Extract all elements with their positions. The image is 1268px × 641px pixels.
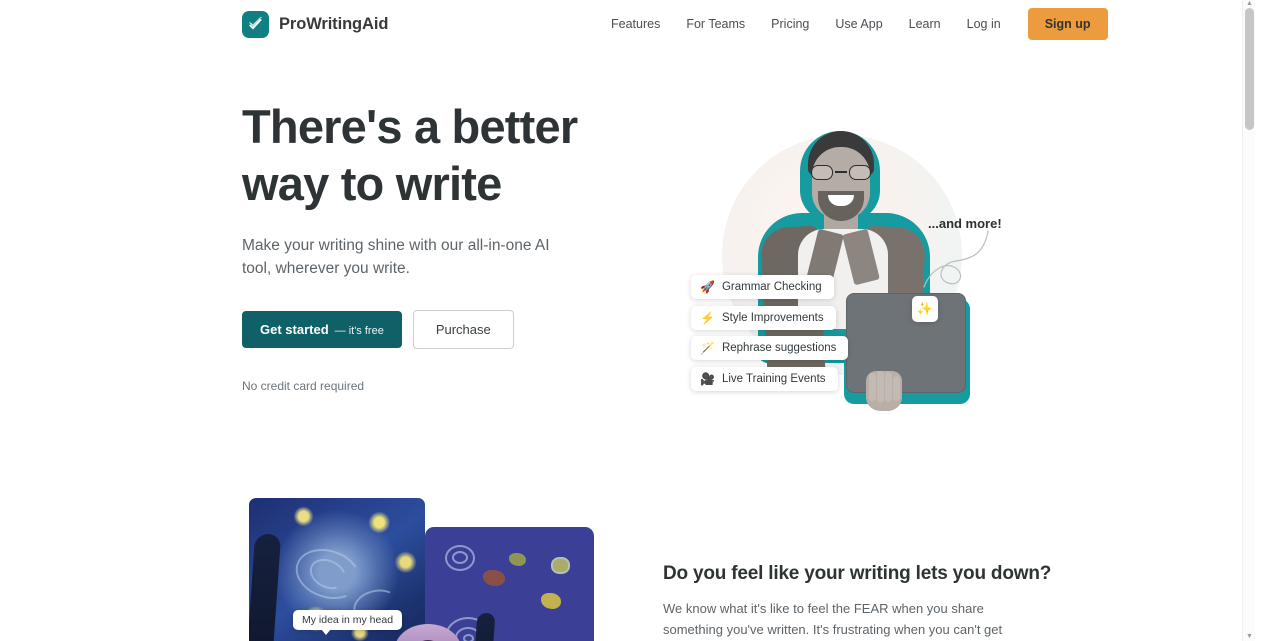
feature-chip-label: Rephrase suggestions [721, 342, 837, 354]
magic-wand-icon: 🪄 [700, 341, 715, 355]
hero-title: There's a better way to write [242, 98, 642, 212]
get-started-button[interactable]: Get started — it's free [242, 311, 402, 348]
sparkles-icon: ✨ [916, 301, 934, 316]
person-finger [869, 373, 876, 401]
site-header: ProWritingAid Features For Teams Pricing… [0, 0, 1255, 48]
artwork-caption: My idea in my head [293, 610, 403, 635]
person-finger [877, 371, 884, 403]
hero-copy: There's a better way to write Make your … [242, 98, 642, 393]
feature-chip-label: Live Training Events [721, 373, 826, 385]
writing-lets-you-down-section: My idea in my head Do you feel like your… [0, 468, 1255, 641]
feature-chip-label: Style Improvements [721, 312, 824, 324]
feature-chip-live-training-events: 🎥 Live Training Events [691, 367, 838, 391]
prowritingaid-logo-icon [242, 10, 269, 38]
movie-camera-icon: 🎥 [700, 372, 715, 386]
sign-up-button[interactable]: Sign up [1027, 8, 1108, 40]
scroll-down-arrow-icon[interactable]: ▼ [1243, 633, 1255, 641]
glasses-icon [810, 165, 872, 180]
hero-section: There's a better way to write Make your … [0, 48, 1255, 468]
scroll-up-arrow-icon[interactable]: ▲ [1243, 0, 1255, 8]
rocket-icon: 🚀 [700, 280, 715, 294]
brand-name: ProWritingAid [279, 14, 389, 33]
lower-copy: Do you feel like your writing lets you d… [663, 563, 1052, 641]
nav-item-use-app[interactable]: Use App [822, 11, 895, 37]
page-root: ProWritingAid Features For Teams Pricing… [0, 0, 1255, 641]
main-nav: Features For Teams Pricing Use App Learn… [598, 8, 1108, 40]
feature-chip-label: Grammar Checking [721, 281, 822, 293]
scrollbar-thumb[interactable] [1245, 8, 1254, 130]
no-credit-card-note: No credit card required [242, 379, 365, 393]
hero-title-line-2: way to write [242, 157, 502, 210]
lightning-icon: ⚡ [700, 311, 715, 325]
laptop [846, 293, 966, 393]
nav-item-pricing[interactable]: Pricing [758, 11, 822, 37]
nav-item-for-teams[interactable]: For Teams [673, 11, 758, 37]
nav-item-features[interactable]: Features [598, 11, 673, 37]
sparkles-chip: ✨ [912, 296, 938, 322]
person-finger [893, 376, 900, 401]
hero-illustration: 🚀 Grammar Checking ⚡ Style Improvements … [660, 103, 1020, 433]
lower-section-body: We know what it's like to feel the FEAR … [663, 601, 1003, 637]
and-more-label: ...and more! [928, 216, 1002, 231]
page-scrollbar[interactable]: ▲ ▼ [1242, 0, 1255, 641]
artwork-simplified [425, 527, 594, 641]
hero-actions: Get started — it's free Purchase [242, 310, 642, 349]
hero-subtitle: Make your writing shine with our all-in-… [242, 237, 550, 277]
nav-item-log-in[interactable]: Log in [954, 11, 1014, 37]
artwork-comparison: My idea in my head [249, 498, 594, 641]
purchase-button[interactable]: Purchase [412, 310, 514, 349]
hero-title-line-1: There's a better [242, 100, 578, 153]
feature-chip-style-improvements: ⚡ Style Improvements [691, 306, 836, 330]
nav-item-learn[interactable]: Learn [896, 11, 954, 37]
get-started-free-note: — it's free [334, 325, 384, 337]
brand-logo-link[interactable]: ProWritingAid [242, 10, 389, 38]
feature-chip-grammar-checking: 🚀 Grammar Checking [691, 275, 834, 299]
person-finger [885, 372, 892, 402]
get-started-label: Get started [260, 322, 329, 337]
lower-section-title: Do you feel like your writing lets you d… [663, 563, 1052, 584]
artwork-cypress [249, 534, 282, 641]
feature-chip-rephrase-suggestions: 🪄 Rephrase suggestions [691, 336, 849, 360]
